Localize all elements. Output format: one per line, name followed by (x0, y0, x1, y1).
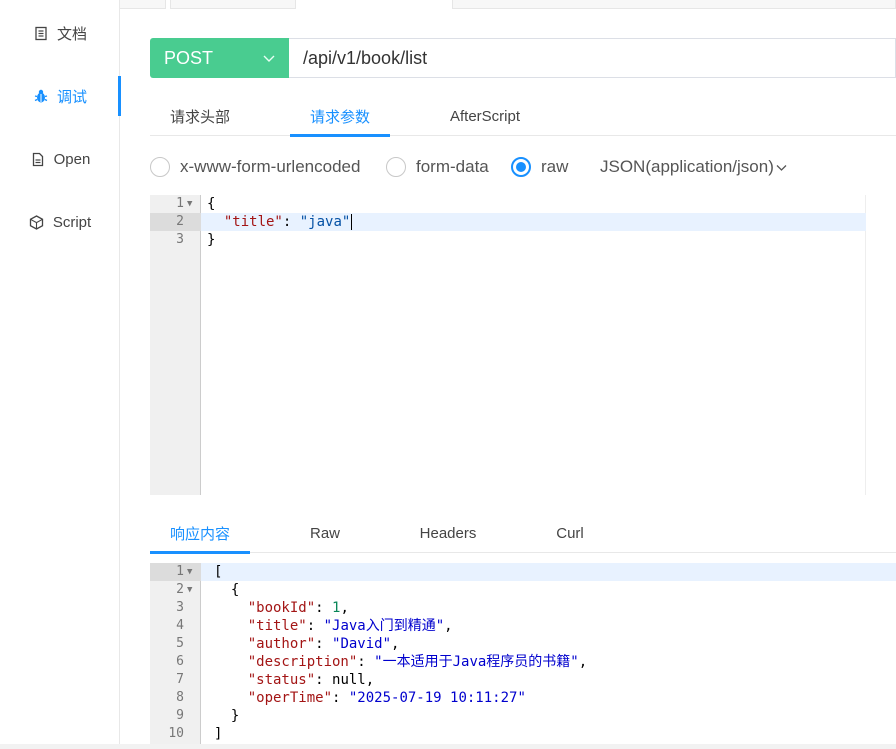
code-line: 6 "description": "一本适用于Java程序员的书籍", (176, 654, 588, 670)
tab-afterscript[interactable]: AfterScript (430, 96, 540, 136)
sidebar-item-script[interactable]: Script (0, 202, 120, 242)
document-icon (33, 25, 49, 41)
bug-icon (33, 88, 49, 104)
radio-circle[interactable] (386, 157, 406, 177)
radio-form-data[interactable]: form-data (386, 154, 489, 180)
main-panel: POST /api/v1/book/list 请求头部 请求参数 AfterSc… (150, 0, 896, 749)
response-body-viewer[interactable]: 1 ▼ [ 2 ▼ { 3 "bookId": 1, 4 "title": "J… (150, 563, 896, 744)
sidebar: 文档 调试 Open Script (0, 0, 121, 749)
radio-label: x-www-form-urlencoded (180, 157, 361, 176)
url-input[interactable]: /api/v1/book/list (289, 38, 896, 78)
code-line: 3 "bookId": 1, (176, 600, 349, 616)
tab-request-params[interactable]: 请求参数 (290, 96, 390, 137)
request-url-bar: POST /api/v1/book/list (150, 38, 896, 78)
code-line: 5 "author": "David", (176, 636, 400, 652)
chevron-down-icon (776, 157, 787, 177)
code-line: 4 "title": "Java入门到精通", (176, 618, 453, 634)
sidebar-item-open[interactable]: Open (0, 139, 120, 179)
file-icon (30, 151, 46, 167)
sidebar-item-label: Script (52, 213, 92, 231)
fold-arrow-icon[interactable]: ▼ (187, 581, 192, 599)
code-line: 8 "operTime": "2025-07-19 10:11:27" (176, 690, 526, 706)
tab-response-content[interactable]: 响应内容 (150, 513, 250, 554)
sidebar-item-label: 调试 (56, 88, 87, 106)
method-select[interactable]: POST (150, 38, 289, 78)
bottom-scrollbar[interactable] (0, 744, 896, 749)
chevron-down-icon (263, 50, 275, 66)
sidebar-item-debug[interactable]: 调试 (0, 76, 121, 116)
sidebar-item-label: Open (53, 150, 91, 168)
code-line: 7 "status": null, (176, 672, 375, 688)
tab-headers[interactable]: Headers (398, 513, 498, 553)
radio-label: raw (541, 157, 569, 176)
code-line: 9 } (176, 708, 240, 724)
radio-urlencoded[interactable]: x-www-form-urlencoded (150, 154, 360, 180)
codesandbox-icon (29, 214, 45, 230)
tab-curl[interactable]: Curl (520, 513, 620, 553)
radio-circle[interactable] (511, 157, 531, 177)
code-line: 2 ▼ { (176, 581, 240, 599)
fold-arrow-icon[interactable]: ▼ (187, 563, 192, 581)
fold-arrow-icon[interactable]: ▼ (187, 195, 192, 213)
code-line: 3 } (176, 232, 216, 248)
radio-circle[interactable] (150, 157, 170, 177)
code-line: 1 ▼ { (176, 195, 216, 213)
code-line: 10 ] (168, 726, 223, 742)
tab-raw[interactable]: Raw (275, 513, 375, 553)
tab-request-headers[interactable]: 请求头部 (150, 96, 250, 136)
code-line: 1 ▼ [ (150, 563, 896, 581)
code-line: 2 "title": "java" (150, 213, 896, 231)
sidebar-item-docs[interactable]: 文档 (0, 13, 120, 53)
radio-label: form-data (416, 157, 489, 176)
method-value: POST (164, 47, 214, 68)
request-body-editor[interactable]: 1 ▼ { 2 "title": "java" 3 } (150, 195, 896, 495)
content-type-select[interactable]: JSON(application/json) (600, 154, 787, 180)
sidebar-item-label: 文档 (56, 25, 87, 43)
body-type-radios: x-www-form-urlencoded form-data raw JSON… (150, 154, 896, 180)
response-tabs: 响应内容 Raw Headers Curl (150, 513, 896, 554)
request-tabs: 请求头部 请求参数 AfterScript (150, 96, 896, 137)
content-type-value: JSON(application/json) (600, 157, 774, 176)
radio-raw[interactable]: raw (511, 154, 568, 180)
